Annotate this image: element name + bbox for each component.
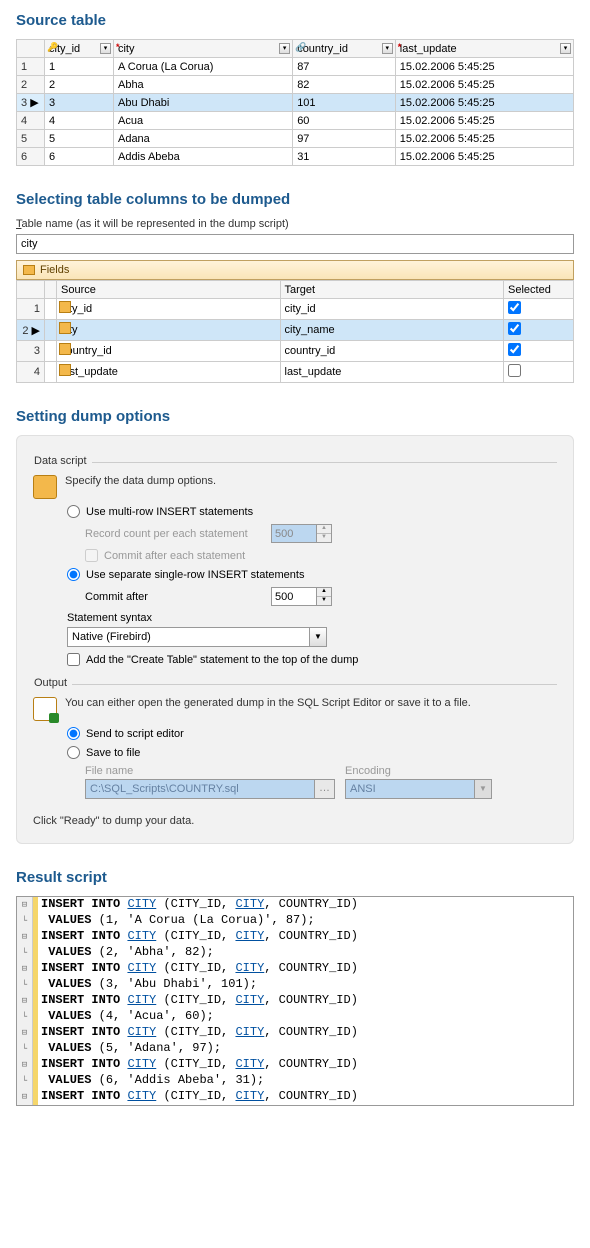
filter-dropdown-icon[interactable]: ▾ [382,43,393,54]
col-source: Source [57,281,281,299]
table-row[interactable]: 4last_updatelast_update [17,362,574,383]
group-output: Output [29,677,72,689]
specify-text: Specify the data dump options. [33,475,557,487]
table-row[interactable]: 11A Corua (La Corua)8715.02.2006 5:45:25 [17,58,574,76]
filter-dropdown-icon[interactable]: ▾ [279,43,290,54]
column-icon [59,343,71,355]
cb-commit-each [85,549,98,562]
col-last_update[interactable]: * last_update▾ [395,40,573,58]
label-stmt-syntax: Statement syntax [67,612,152,624]
radio-single-row[interactable] [67,568,80,581]
selected-checkbox[interactable] [508,322,521,335]
fields-table: Source Target Selected 1city_idcity_id2 … [16,280,574,383]
column-icon [59,301,71,313]
rec-count-input: ▲▼ [271,524,332,543]
label-multi-row: Use multi-row INSERT statements [86,506,253,518]
grid-icon [23,265,35,275]
heading-dump-options: Setting dump options [16,408,590,425]
label-send-editor: Send to script editor [86,728,184,740]
col-target: Target [280,281,504,299]
label-commit-after: Commit after [85,591,265,603]
label-single-row: Use separate single-row INSERT statement… [86,569,304,581]
chevron-down-icon: ▼ [475,779,492,799]
selected-checkbox[interactable] [508,364,521,377]
heading-select-cols: Selecting table columns to be dumped [16,191,590,208]
selected-checkbox[interactable] [508,301,521,314]
encoding-combo: ▼ [345,779,492,799]
col-selected: Selected [504,281,574,299]
data-script-icon [33,475,57,499]
radio-multi-row[interactable] [67,505,80,518]
col-country_id[interactable]: 🔗 country_id▾ [293,40,396,58]
footer-text: Click "Ready" to dump your data. [33,815,557,827]
group-data-script: Data script [29,455,92,467]
col-city_id[interactable]: 🔑 city_id▾ [45,40,114,58]
label-add-create: Add the "Create Table" statement to the … [86,654,358,666]
result-script-editor[interactable]: ⊟INSERT INTO CITY (CITY_ID, CITY, COUNTR… [16,896,574,1106]
column-icon [59,364,71,376]
selected-checkbox[interactable] [508,343,521,356]
heading-result: Result script [16,869,590,886]
table-name-input[interactable] [16,234,574,254]
commit-after-input[interactable]: ▲▼ [271,587,332,606]
filter-dropdown-icon[interactable]: ▾ [100,43,111,54]
table-name-label: Table name (as it will be represented in… [16,218,574,230]
table-row[interactable]: 55Adana9715.02.2006 5:45:25 [17,130,574,148]
table-row[interactable]: 3country_idcountry_id [17,341,574,362]
file-name-input: … [85,779,335,799]
stmt-syntax-combo[interactable]: ▼ [67,627,327,647]
cb-add-create[interactable] [67,653,80,666]
table-row[interactable]: 22Abha8215.02.2006 5:45:25 [17,76,574,94]
label-encoding: Encoding [345,765,492,777]
chevron-down-icon[interactable]: ▼ [310,627,327,647]
fields-bar: Fields [16,260,574,280]
label-commit-each: Commit after each statement [104,550,245,562]
output-icon [33,697,57,721]
radio-save-file[interactable] [67,746,80,759]
label-rec-count: Record count per each statement [85,528,265,540]
source-table: 🔑 city_id▾* city▾🔗 country_id▾* last_upd… [16,39,574,166]
table-row[interactable]: 3 ▶3Abu Dhabi10115.02.2006 5:45:25 [17,94,574,112]
column-icon [59,322,71,334]
table-row[interactable]: 1city_idcity_id [17,299,574,320]
radio-send-editor[interactable] [67,727,80,740]
table-row[interactable]: 44Acua6015.02.2006 5:45:25 [17,112,574,130]
options-panel: Data script Specify the data dump option… [16,435,574,844]
label-file-name: File name [85,765,335,777]
output-desc: You can either open the generated dump i… [33,697,557,709]
browse-button: … [315,779,335,799]
heading-source: Source table [16,12,590,29]
filter-dropdown-icon[interactable]: ▾ [560,43,571,54]
col-city[interactable]: * city▾ [113,40,292,58]
table-row[interactable]: 2 ▶citycity_name [17,320,574,341]
label-save-file: Save to file [86,747,140,759]
table-row[interactable]: 66Addis Abeba3115.02.2006 5:45:25 [17,148,574,166]
